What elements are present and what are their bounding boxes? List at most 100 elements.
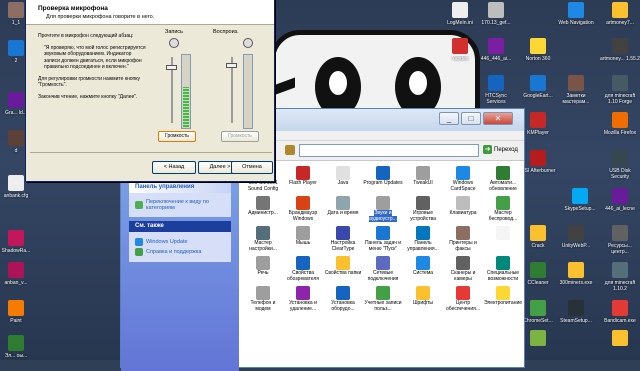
cp-item[interactable]: Центр обеспечения... [443, 285, 483, 315]
cp-item[interactable]: Речь [243, 255, 283, 285]
cp-item-icon [416, 166, 430, 180]
desktop-icon[interactable]: UnityWebP... [556, 225, 596, 249]
desktop-icon[interactable]: SkypeSetup... [560, 188, 600, 212]
cp-item[interactable]: Свойства папки [323, 255, 363, 285]
go-arrow-icon: ➜ [483, 145, 492, 154]
cp-item[interactable]: Flash Player [283, 165, 323, 195]
desktop-icon[interactable]: Web Navigation [556, 2, 596, 26]
wizard-subtitle: Для проверки микрофона говорите в него. [46, 14, 155, 20]
desktop-icon[interactable] [600, 330, 640, 348]
desktop-icon[interactable]: SteamSetup... [556, 300, 596, 324]
desktop-icon[interactable]: Заметки мастерам... [556, 75, 596, 105]
desktop-icon[interactable]: GoogleEart... [518, 75, 558, 99]
desktop-icon-label: USB Disk Security [609, 168, 631, 180]
record-volume-button[interactable]: Громкость [158, 131, 196, 142]
close-icon[interactable]: ✕ [483, 112, 513, 125]
cp-item[interactable]: Мастер беспровод... [483, 195, 523, 225]
desktop-icon[interactable]: Bandicam.exe [600, 300, 640, 324]
cancel-button[interactable]: Отмена [231, 161, 273, 174]
desktop-icon[interactable]: для minecraft 1.10.2 [600, 262, 640, 292]
back-button[interactable]: < Назад [152, 161, 196, 174]
desktop-icon[interactable]: Ресурсы... центр... [600, 225, 640, 255]
cp-item[interactable]: Настройка ClearType [323, 225, 363, 255]
desktop-icon[interactable]: artmoney7... [600, 2, 640, 26]
cp-item[interactable]: Мышь [283, 225, 323, 255]
desktop-icon-label: для minecraft 1.10 Forge [604, 93, 636, 105]
see-also-head: См. также [129, 221, 231, 232]
playback-volume-button[interactable]: Громкость [221, 131, 259, 142]
desktop-icon[interactable]: LogMeIn.ini [440, 2, 480, 26]
cp-item[interactable]: TweakUI [403, 165, 443, 195]
switch-category-view-link[interactable]: Переключение к виду по категориям [135, 199, 225, 211]
desktop-icon-label: 170.13_gef... [481, 20, 511, 26]
cp-item[interactable]: Мастер настройки... [243, 225, 283, 255]
windows-update-link[interactable]: Windows Update [135, 238, 225, 246]
desktop-icon[interactable]: Эл... оы... [0, 335, 36, 359]
cp-item[interactable] [483, 225, 523, 255]
cp-item[interactable]: Брандмауэр Windows [283, 195, 323, 225]
cp-item-icon [296, 286, 310, 300]
cp-item[interactable]: Сканеры и камеры [443, 255, 483, 285]
minimize-icon[interactable]: _ [439, 112, 459, 125]
desktop-icon[interactable]: anban_v... [0, 262, 36, 286]
cp-item[interactable]: Дата и время [323, 195, 363, 225]
desktop-icon[interactable]: HTCSync Services [476, 75, 516, 105]
control-panel-icon [285, 145, 295, 155]
cp-item[interactable]: Клавиатура [443, 195, 483, 225]
cp-item[interactable]: Свойства обозревателя [283, 255, 323, 285]
record-label: Запись [165, 29, 184, 35]
go-button[interactable]: ➜ Переход [483, 145, 518, 154]
desktop-icon-image [612, 150, 628, 166]
cp-item-label: Учетные записи польз... [364, 300, 402, 312]
cp-item[interactable]: Панель управления... [403, 225, 443, 255]
desktop-icon-label: 446_446_ai... [480, 56, 512, 62]
cp-item[interactable]: Специальные возможности [483, 255, 523, 285]
cp-item-label: Сканеры и камеры [450, 270, 476, 282]
desktop-icon[interactable]: Mozilla Firefox [600, 112, 640, 136]
desktop-icon-image [530, 75, 546, 91]
cp-item[interactable]: Windows CardSpace [443, 165, 483, 195]
desktop-icon[interactable]: Norton 360 [518, 38, 558, 62]
cp-item-label: Мастер настройки... [249, 240, 277, 252]
desktop-icon[interactable]: 446_ai_lecne [600, 188, 640, 212]
desktop-icon[interactable]: USB Disk Security [600, 150, 640, 180]
cp-item[interactable]: Шрифты [403, 285, 443, 315]
desktop-icon[interactable]: 170.13_gef... [476, 2, 516, 26]
desktop-icon[interactable]: 300miners.exe [556, 262, 596, 286]
cp-item-label: Специальные возможности [486, 270, 520, 282]
cp-item[interactable]: Учетные записи польз... [363, 285, 403, 315]
cp-item[interactable]: Сетевые подключения [363, 255, 403, 285]
cp-item[interactable]: Игровые устройства [403, 195, 443, 225]
desktop-icon-image [530, 262, 546, 278]
desktop-icon[interactable]: artmoney... 1.55.2 [600, 38, 640, 62]
cp-item[interactable]: Установка и удаление... [283, 285, 323, 315]
maximize-icon[interactable]: □ [461, 112, 481, 125]
desktop-icon-image [530, 300, 546, 316]
playback-slider-thumb[interactable] [226, 63, 237, 68]
desktop-icon[interactable]: Paint [0, 300, 36, 324]
help-support-link[interactable]: Справка и поддержка [135, 248, 225, 256]
desktop-icon-label: GoogleEart... [523, 93, 553, 99]
cp-item[interactable]: Администр... [243, 195, 283, 225]
desktop-icon-label: Заметки мастерам... [562, 93, 590, 105]
cp-item[interactable]: Система [403, 255, 443, 285]
cp-item[interactable]: Принтеры и факсы [443, 225, 483, 255]
wizard-hint: Для регулировки громкости нажмите кнопку… [38, 75, 140, 89]
cp-item[interactable]: Электропитание [483, 285, 523, 315]
cp-item[interactable]: Панель задач и меню "Пуск" [363, 225, 403, 255]
cp-item-label: Электропитание [483, 300, 523, 306]
record-slider-thumb[interactable] [166, 65, 177, 70]
desktop-icon[interactable]: ShadowRa... [0, 230, 36, 254]
cp-item-label: Брандмауэр Windows [288, 210, 318, 222]
cp-item[interactable]: Java [323, 165, 363, 195]
desktop-icon-label: artmoney7... [606, 20, 634, 26]
desktop-icon[interactable]: 446_446_ai... [476, 38, 516, 62]
cp-item[interactable]: Автомати... обновление [483, 165, 523, 195]
desktop-icon[interactable]: Yandex [440, 38, 480, 62]
address-input[interactable] [299, 144, 479, 157]
cp-item[interactable]: Звуки и аудиоустр... [363, 195, 403, 225]
desktop-icon[interactable]: для minecraft 1.10 Forge [600, 75, 640, 105]
cp-item[interactable]: Телефон и модем [243, 285, 283, 315]
cp-item[interactable]: Program Updates [363, 165, 403, 195]
cp-item[interactable]: Установка оборудо... [323, 285, 363, 315]
